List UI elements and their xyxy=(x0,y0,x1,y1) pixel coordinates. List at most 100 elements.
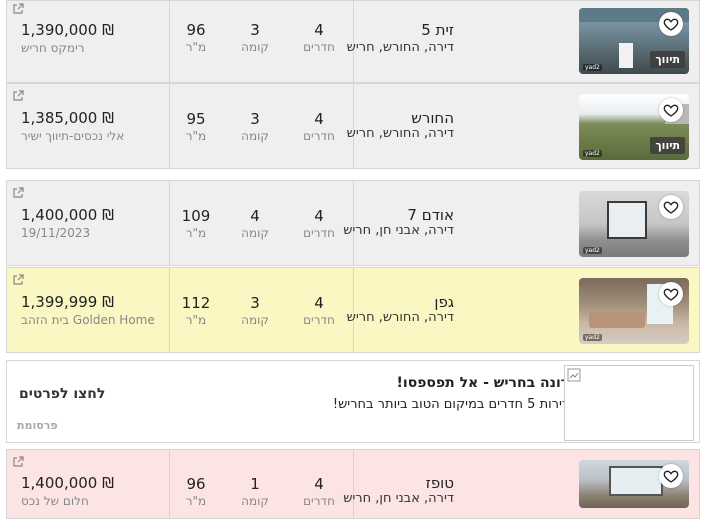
rooms-stat: 4 חדרים xyxy=(289,21,349,55)
listing-price: 1,400,000 ₪ xyxy=(21,206,114,224)
rooms-value: 4 xyxy=(314,207,324,225)
rooms-label: חדרים xyxy=(303,40,335,54)
floor-stat: 3 קומה xyxy=(225,294,285,328)
broken-image-icon xyxy=(567,368,581,382)
ad-label: פרסומת xyxy=(17,419,58,432)
favorite-button[interactable] xyxy=(659,195,683,219)
heart-icon xyxy=(663,288,679,301)
favorite-button[interactable] xyxy=(659,12,683,36)
listing-agent: בית הזהב Golden Home xyxy=(21,313,155,327)
size-label: מ"ר xyxy=(185,40,207,54)
favorite-button[interactable] xyxy=(659,282,683,306)
size-value: 109 xyxy=(181,207,211,225)
floor-stat: 4 קומה xyxy=(225,207,285,241)
external-link-icon[interactable] xyxy=(12,187,24,199)
listing-subtitle: דירה, אבני חן, חריש xyxy=(343,491,454,506)
price-column: 1,385,000 ₪ אלי נכסים-תיווך ישיר xyxy=(7,84,170,168)
listing-photo[interactable]: תיווך yad2 xyxy=(579,8,689,74)
listing-subtitle: דירה, החורש, חריש xyxy=(346,126,454,141)
listing-subtitle: דירה, החורש, חריש xyxy=(346,310,454,325)
rooms-stat: 4 חדרים xyxy=(289,475,349,509)
ad-image[interactable] xyxy=(564,365,694,441)
rooms-label: חדרים xyxy=(303,129,335,143)
listing-photo[interactable] xyxy=(579,460,689,508)
ad-text: דירות 5 חדרים במיקום הטוב ביותר בחריש! xyxy=(332,397,569,412)
floor-value: 3 xyxy=(250,110,260,128)
info-column: אודם 7 דירה, אבני חן, חריש xyxy=(343,181,578,265)
broker-tag: תיווך xyxy=(650,137,685,154)
rooms-label: חדרים xyxy=(303,313,335,327)
external-link-icon[interactable] xyxy=(12,456,24,468)
size-value: 112 xyxy=(181,294,211,312)
listing-row[interactable]: 1,399,999 ₪ בית הזהב Golden Home 112 מ"ר … xyxy=(6,267,700,353)
listing-price: 1,399,999 ₪ xyxy=(21,293,114,311)
heart-icon xyxy=(663,470,679,483)
size-label: מ"ר xyxy=(185,313,207,327)
heart-icon xyxy=(663,18,679,31)
listing-subtitle: דירה, החורש, חריש xyxy=(346,40,454,55)
listing-row[interactable]: 1,400,000 ₪ חלום של נכס 96 מ"ר 1 קומה 4 חדר… xyxy=(6,449,700,519)
info-column: זית 5 דירה, החורש, חריש xyxy=(347,1,578,82)
ad-banner[interactable]: לחצו לפרטים פרסומת דונה בחריש - אל תפספס… xyxy=(6,360,700,443)
floor-label: קומה xyxy=(241,313,269,327)
size-value: 95 xyxy=(186,110,206,128)
floor-value: 1 xyxy=(250,475,260,493)
heart-icon xyxy=(663,104,679,117)
listing-row[interactable]: 1,385,000 ₪ אלי נכסים-תיווך ישיר 95 מ"ר 3… xyxy=(6,83,700,169)
price-column: 1,400,000 ₪ חלום של נכס xyxy=(7,450,170,518)
listing-agent: אלי נכסים-תיווך ישיר xyxy=(21,129,125,143)
listing-photo[interactable]: yad2 xyxy=(579,278,689,344)
listing-price: 1,390,000 ₪ xyxy=(21,21,114,39)
info-column: טופז דירה, אבני חן, חריש xyxy=(343,450,578,518)
favorite-button[interactable] xyxy=(659,98,683,122)
listing-price: 1,385,000 ₪ xyxy=(21,109,114,127)
floor-value: 3 xyxy=(250,294,260,312)
listing-title: טופז xyxy=(425,474,454,492)
rooms-value: 4 xyxy=(314,110,324,128)
size-value: 96 xyxy=(186,21,206,39)
photo-watermark: yad2 xyxy=(583,334,602,341)
info-column: החורש דירה, החורש, חריש xyxy=(347,84,578,168)
listing-date: 19/11/2023 xyxy=(21,226,91,240)
external-link-icon[interactable] xyxy=(12,274,24,286)
favorite-button[interactable] xyxy=(659,464,683,488)
listing-title: אודם 7 xyxy=(407,206,454,224)
floor-stat: 3 קומה xyxy=(225,110,285,144)
rooms-label: חדרים xyxy=(303,226,335,240)
listing-agent: חלום של נכס xyxy=(21,494,89,508)
floor-stat: 1 קומה xyxy=(225,475,285,509)
size-label: מ"ר xyxy=(185,226,207,240)
size-stat: 112 מ"ר xyxy=(166,294,226,328)
listing-agent: רימקס חריש xyxy=(21,41,85,55)
listing-title: החורש xyxy=(411,109,454,127)
floor-value: 3 xyxy=(250,21,260,39)
external-link-icon[interactable] xyxy=(12,90,24,102)
size-value: 96 xyxy=(186,475,206,493)
listing-photo[interactable]: yad2 xyxy=(579,191,689,257)
rooms-value: 4 xyxy=(314,294,324,312)
price-column: 1,399,999 ₪ בית הזהב Golden Home xyxy=(7,268,170,352)
listing-photo[interactable]: תיווך yad2 xyxy=(579,94,689,160)
listing-row[interactable]: 1,400,000 ₪ 19/11/2023 109 מ"ר 4 קומה 4 חדר… xyxy=(6,180,700,266)
listing-row[interactable]: 1,390,000 ₪ רימקס חריש 96 מ"ר 3 קומה 4 חדרי… xyxy=(6,0,700,83)
ad-cta-link[interactable]: לחצו לפרטים xyxy=(19,386,105,402)
listing-title: זית 5 xyxy=(421,21,454,39)
size-stat: 109 מ"ר xyxy=(166,207,226,241)
floor-label: קומה xyxy=(241,129,269,143)
floor-value: 4 xyxy=(250,207,260,225)
size-stat: 96 מ"ר xyxy=(166,21,226,55)
floor-label: קומה xyxy=(241,40,269,54)
listing-price: 1,400,000 ₪ xyxy=(21,474,114,492)
ad-title: דונה בחריש - אל תפספסו! xyxy=(396,375,570,391)
external-link-icon[interactable] xyxy=(12,3,24,15)
broker-tag: תיווך xyxy=(650,51,685,68)
photo-watermark: yad2 xyxy=(583,64,602,71)
price-column: 1,400,000 ₪ 19/11/2023 xyxy=(7,181,170,265)
rooms-value: 4 xyxy=(314,21,324,39)
listing-subtitle: דירה, אבני חן, חריש xyxy=(343,223,454,238)
photo-watermark: yad2 xyxy=(583,150,602,157)
info-column: גפן דירה, החורש, חריש xyxy=(347,268,578,352)
rooms-stat: 4 חדרים xyxy=(289,207,349,241)
heart-icon xyxy=(663,201,679,214)
rooms-value: 4 xyxy=(314,475,324,493)
